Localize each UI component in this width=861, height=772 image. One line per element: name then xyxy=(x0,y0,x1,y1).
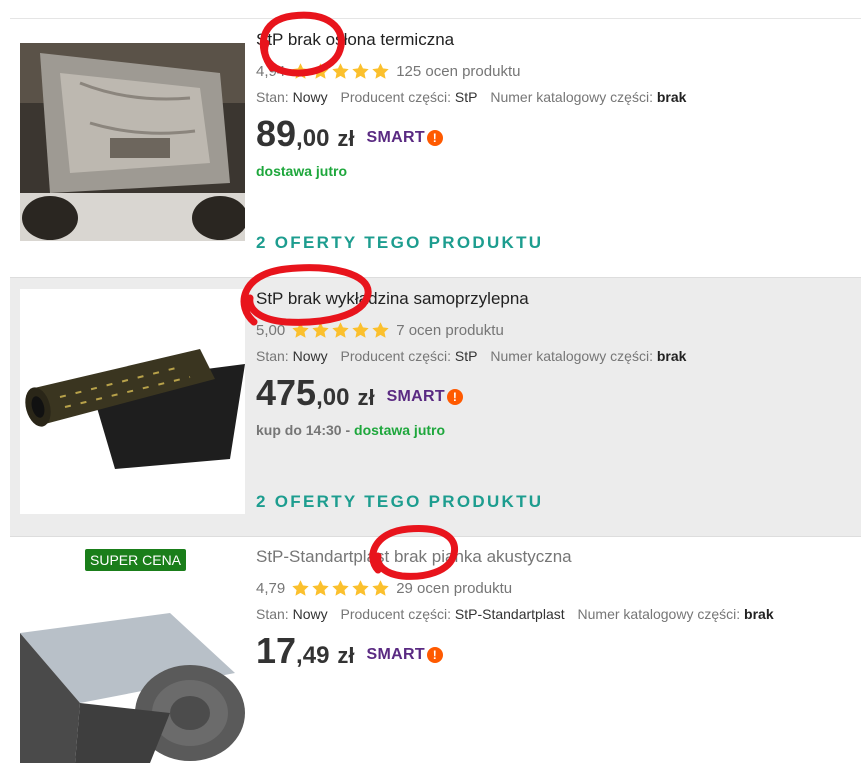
param-value: Nowy xyxy=(292,89,328,105)
smart-exclamation-icon: ! xyxy=(446,389,463,405)
rating-stars xyxy=(291,62,390,81)
product-title[interactable]: StP-Standartplast brak pianka akustyczna xyxy=(256,546,861,568)
param-label: Stan: xyxy=(256,606,289,622)
rating-stars xyxy=(291,321,390,340)
star-icon xyxy=(352,321,369,338)
star-icon xyxy=(372,62,389,79)
delivery-prefix: kup do 14:30 - xyxy=(256,422,355,438)
smart-exclamation-icon: ! xyxy=(426,130,443,146)
param-value: brak xyxy=(744,606,774,622)
param-label: Producent części: xyxy=(340,348,452,364)
listing-item[interactable]: StP brak osłona termiczna 4,94 125 ocen … xyxy=(10,18,861,277)
star-icon xyxy=(332,579,349,596)
price-currency: zł xyxy=(337,643,355,668)
param-value: Nowy xyxy=(292,348,328,364)
star-icon xyxy=(332,321,349,338)
param-label: Numer katalogowy części: xyxy=(577,606,741,622)
rating-count: 7 ocen produktu xyxy=(396,321,504,339)
star-icon xyxy=(372,579,389,596)
price-integer: 17 xyxy=(256,630,297,671)
price-integer: 89 xyxy=(256,113,297,154)
product-image-mat-roll xyxy=(20,289,245,514)
price-decimal: ,00 xyxy=(296,125,330,152)
rating-value: 4,94 xyxy=(256,62,286,80)
product-image[interactable] xyxy=(20,613,245,763)
smart-badge: SMART ! xyxy=(387,388,463,406)
param-value: StP xyxy=(454,348,478,364)
star-icon xyxy=(312,579,329,596)
param-value: brak xyxy=(656,348,687,364)
param-label: Producent części: xyxy=(340,606,452,622)
price: 475 ,00 zł SMART ! xyxy=(256,372,861,414)
price-currency: zł xyxy=(357,385,375,410)
price: 89 ,00 zł SMART ! xyxy=(256,113,861,155)
param-value: brak xyxy=(656,89,687,105)
super-price-badge: SUPER CENA xyxy=(85,549,187,571)
star-icon xyxy=(312,321,329,338)
star-icon xyxy=(312,62,329,79)
delivery-info: dostawa jutro xyxy=(256,163,861,183)
rating-value: 4,79 xyxy=(256,579,286,597)
param-label: Stan: xyxy=(256,89,289,105)
param-label: Numer katalogowy części: xyxy=(490,89,653,105)
product-params: Stan: Nowy Producent części: StP Numer k… xyxy=(256,348,861,364)
rating-stars xyxy=(291,579,390,598)
rating-count: 125 ocen produktu xyxy=(396,62,521,80)
listing-info: StP-Standartplast brak pianka akustyczna… xyxy=(256,546,861,672)
star-icon xyxy=(292,321,309,338)
star-icon xyxy=(332,62,349,79)
listing-info: StP brak osłona termiczna 4,94 125 ocen … xyxy=(256,29,861,183)
smart-badge: SMART ! xyxy=(367,129,443,147)
product-title[interactable]: StP brak osłona termiczna xyxy=(256,29,861,51)
star-icon xyxy=(352,62,369,79)
product-title[interactable]: StP brak wykładzina samoprzylepna xyxy=(256,288,861,310)
param-label: Stan: xyxy=(256,348,289,364)
param-value: Nowy xyxy=(292,606,328,622)
price: 17 ,49 zł SMART ! xyxy=(256,630,861,672)
product-params: Stan: Nowy Producent części: StP-Standar… xyxy=(256,606,861,622)
listing-info: StP brak wykładzina samoprzylepna 5,00 7… xyxy=(256,288,861,442)
star-icon xyxy=(352,579,369,596)
price-decimal: ,49 xyxy=(296,642,330,669)
rating-row: 4,79 29 ocen produktu xyxy=(256,578,861,598)
star-icon xyxy=(372,321,389,338)
delivery-info: kup do 14:30 - dostawa jutro xyxy=(256,422,861,442)
smart-exclamation-icon: ! xyxy=(426,647,443,663)
star-icon xyxy=(292,579,309,596)
star-icon xyxy=(292,62,309,79)
product-params: Stan: Nowy Producent części: StP Numer k… xyxy=(256,89,861,105)
offers-link[interactable]: 2 OFERTY TEGO PRODUKTU xyxy=(256,492,543,512)
param-label: Numer katalogowy części: xyxy=(490,348,653,364)
delivery-label: dostawa jutro xyxy=(354,422,446,438)
price-currency: zł xyxy=(337,126,355,151)
smart-label: SMART xyxy=(366,129,425,146)
product-image[interactable] xyxy=(20,289,245,514)
smart-label: SMART xyxy=(386,388,445,405)
smart-label: SMART xyxy=(366,646,425,663)
product-image[interactable] xyxy=(20,43,245,241)
smart-badge: SMART ! xyxy=(367,646,443,664)
delivery-label: dostawa jutro xyxy=(256,163,348,179)
offers-link[interactable]: 2 OFERTY TEGO PRODUKTU xyxy=(256,233,543,253)
price-decimal: ,00 xyxy=(316,384,350,411)
param-value: StP-Standartplast xyxy=(454,606,565,622)
rating-value: 5,00 xyxy=(256,321,286,339)
rating-count: 29 ocen produktu xyxy=(396,579,513,597)
rating-row: 4,94 125 ocen produktu xyxy=(256,61,861,81)
listing-item[interactable]: StP brak wykładzina samoprzylepna 5,00 7… xyxy=(10,277,861,537)
listing-item[interactable]: SUPER CENA StP-Standartplast brak pianka… xyxy=(10,537,861,772)
rating-row: 5,00 7 ocen produktu xyxy=(256,320,861,340)
param-label: Producent części: xyxy=(340,89,452,105)
param-value: StP xyxy=(454,89,478,105)
product-image-heat-shield xyxy=(20,43,245,241)
product-image-foam-roll xyxy=(20,613,245,763)
price-integer: 475 xyxy=(256,372,317,413)
